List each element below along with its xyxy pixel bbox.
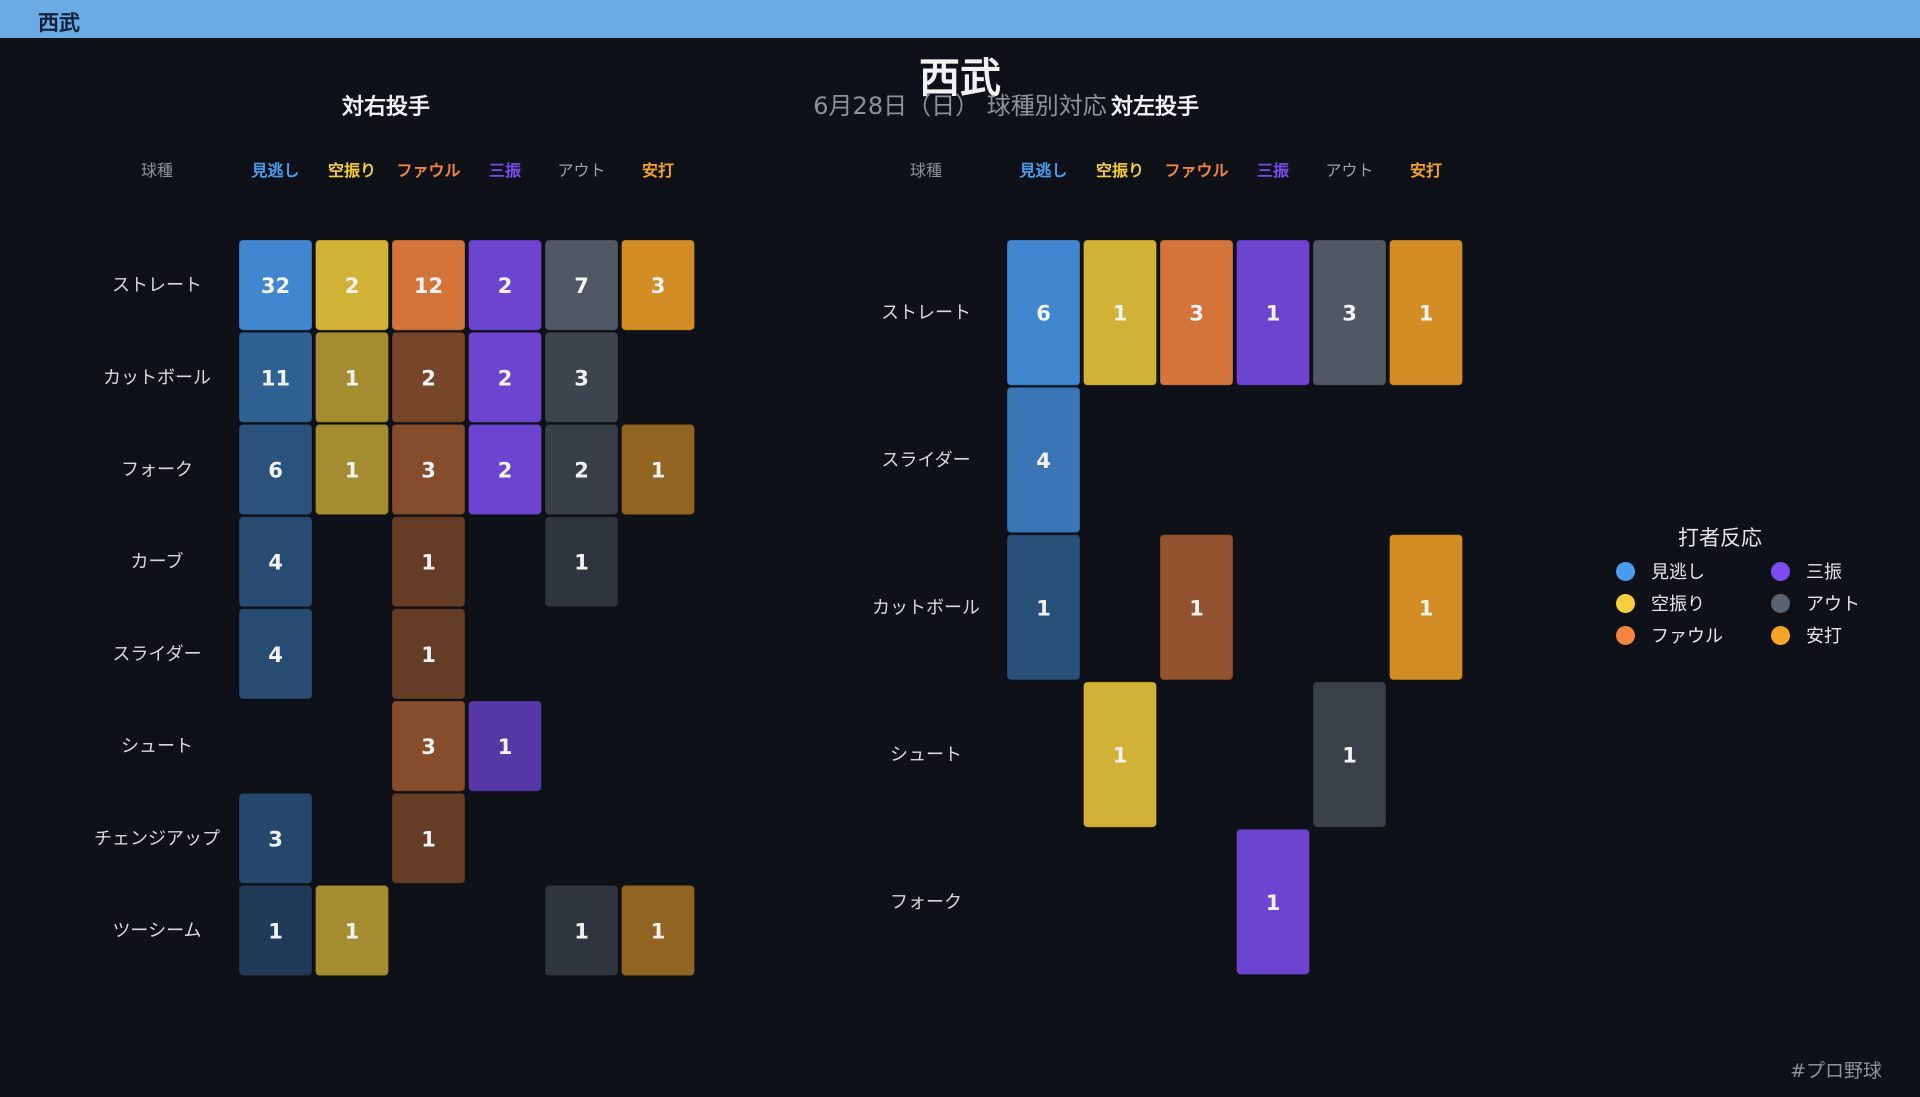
legend-item-karaburi: 空振り bbox=[1610, 590, 1765, 616]
cell-label-right-3-2: 1 bbox=[421, 551, 436, 575]
legend-label-anda: 安打 bbox=[1806, 626, 1842, 647]
column-header-left-0: 見逃し bbox=[1018, 161, 1067, 180]
row-label-right-3: カーブ bbox=[131, 551, 184, 573]
row-label-right-2: フォーク bbox=[121, 460, 193, 481]
row-label-left-1: スライダー bbox=[881, 450, 970, 471]
row-label-right-1: カットボール bbox=[103, 367, 211, 388]
legend-label-sanshin: 三振 bbox=[1806, 562, 1842, 583]
row-label-right-6: チェンジアップ bbox=[94, 828, 220, 849]
cell-label-left-0-4: 3 bbox=[1342, 302, 1357, 326]
cell-label-right-4-0: 4 bbox=[268, 643, 283, 667]
cell-label-left-1-0: 4 bbox=[1036, 449, 1051, 473]
cell-label-left-0-5: 1 bbox=[1419, 302, 1434, 326]
cell-label-left-2-0: 1 bbox=[1036, 596, 1051, 620]
legend-item-minogashi: 見逃し bbox=[1610, 558, 1765, 584]
legend-dot-anda bbox=[1771, 625, 1790, 645]
legend-dot-sanshin bbox=[1771, 561, 1790, 581]
cell-label-right-7-1: 1 bbox=[345, 920, 360, 944]
cell-label-right-2-0: 6 bbox=[268, 459, 283, 483]
cell-label-left-4-3: 1 bbox=[1266, 891, 1281, 915]
cell-label-right-7-0: 1 bbox=[268, 920, 283, 944]
legend-label-out: アウト bbox=[1806, 594, 1860, 615]
cell-label-left-2-2: 1 bbox=[1189, 596, 1204, 620]
legend-item-out: アウト bbox=[1765, 590, 1870, 616]
cell-label-right-0-1: 2 bbox=[345, 274, 360, 298]
cell-label-left-0-3: 1 bbox=[1266, 302, 1281, 326]
column-header-left-1: 空振り bbox=[1096, 161, 1144, 180]
row-label-left-4: フォーク bbox=[890, 892, 962, 913]
cell-label-right-1-4: 3 bbox=[574, 366, 589, 390]
row-label-right-4: スライダー bbox=[112, 644, 201, 665]
cell-label-right-6-2: 1 bbox=[421, 827, 436, 851]
legend-label-karaburi: 空振り bbox=[1651, 594, 1705, 615]
legend-label-minogashi: 見逃し bbox=[1651, 562, 1705, 583]
legend-dot-out bbox=[1771, 593, 1790, 613]
cell-label-right-2-2: 3 bbox=[421, 459, 436, 483]
cell-label-left-0-0: 6 bbox=[1036, 302, 1051, 326]
cell-label-right-1-1: 1 bbox=[345, 366, 360, 390]
column-header-left-2: ファウル bbox=[1164, 161, 1228, 180]
cell-label-right-0-4: 7 bbox=[574, 274, 589, 298]
legend-item-foul: ファウル bbox=[1610, 622, 1765, 648]
cell-label-left-0-2: 3 bbox=[1189, 302, 1204, 326]
cell-label-right-0-2: 12 bbox=[414, 274, 443, 298]
row-label-right-7: ツーシーム bbox=[112, 921, 201, 942]
legend-item-sanshin: 三振 bbox=[1765, 558, 1870, 584]
cell-label-right-0-5: 3 bbox=[651, 274, 666, 298]
row-label-right-5: シュート bbox=[121, 736, 193, 757]
cell-label-right-3-4: 1 bbox=[574, 551, 589, 575]
cell-label-left-3-1: 1 bbox=[1113, 744, 1128, 768]
legend-dot-foul bbox=[1616, 625, 1635, 645]
row-label-left-0: ストレート bbox=[881, 303, 971, 324]
footer-hashtag: #プロ野球 bbox=[1790, 1060, 1882, 1082]
column-header-right-2: ファウル bbox=[396, 161, 460, 180]
cell-label-right-7-5: 1 bbox=[651, 920, 666, 944]
legend-dot-karaburi bbox=[1616, 593, 1635, 613]
cell-label-left-0-1: 1 bbox=[1113, 302, 1128, 326]
cell-label-left-3-4: 1 bbox=[1342, 744, 1357, 768]
row-label-left-3: シュート bbox=[890, 745, 962, 766]
column-header-left-4: アウト bbox=[1325, 161, 1373, 180]
column-header-right-4: アウト bbox=[557, 161, 605, 180]
legend-title: 打者反応 bbox=[1678, 526, 1762, 550]
column-header-right-5: 安打 bbox=[642, 161, 674, 180]
cell-label-right-1-3: 2 bbox=[498, 366, 513, 390]
cell-label-right-1-0: 11 bbox=[261, 366, 290, 390]
cell-label-right-2-4: 2 bbox=[574, 459, 589, 483]
row-label-right-0: ストレート bbox=[112, 275, 202, 296]
row-header-left: 球種 bbox=[910, 161, 942, 180]
cell-label-right-2-3: 2 bbox=[498, 459, 513, 483]
cell-label-right-3-0: 4 bbox=[268, 551, 283, 575]
column-header-left-5: 安打 bbox=[1410, 161, 1442, 180]
cell-label-left-2-5: 1 bbox=[1419, 596, 1434, 620]
column-header-right-0: 見逃し bbox=[250, 161, 299, 180]
legend: 打者反応 見逃し 三振 空振り アウト ファウル 安打 bbox=[1610, 522, 1870, 648]
cell-label-right-7-4: 1 bbox=[574, 920, 589, 944]
column-header-left-3: 三振 bbox=[1257, 161, 1289, 180]
legend-dot-minogashi bbox=[1616, 561, 1635, 581]
row-header-right: 球種 bbox=[141, 161, 173, 180]
cell-label-right-5-2: 3 bbox=[421, 735, 436, 759]
column-header-right-1: 空振り bbox=[328, 161, 376, 180]
row-label-left-2: カットボール bbox=[872, 597, 980, 618]
legend-items: 見逃し 三振 空振り アウト ファウル 安打 bbox=[1610, 558, 1870, 648]
column-header-right-3: 三振 bbox=[489, 161, 521, 180]
cell-label-right-1-2: 2 bbox=[421, 366, 436, 390]
legend-item-anda: 安打 bbox=[1765, 622, 1870, 648]
cell-label-right-5-3: 1 bbox=[498, 735, 513, 759]
legend-label-foul: ファウル bbox=[1651, 626, 1723, 647]
cell-label-right-6-0: 3 bbox=[268, 827, 283, 851]
cell-label-right-0-3: 2 bbox=[498, 274, 513, 298]
cell-label-right-2-1: 1 bbox=[345, 459, 360, 483]
cell-label-right-0-0: 32 bbox=[261, 274, 290, 298]
cell-label-right-4-2: 1 bbox=[421, 643, 436, 667]
cell-label-right-2-5: 1 bbox=[651, 459, 666, 483]
